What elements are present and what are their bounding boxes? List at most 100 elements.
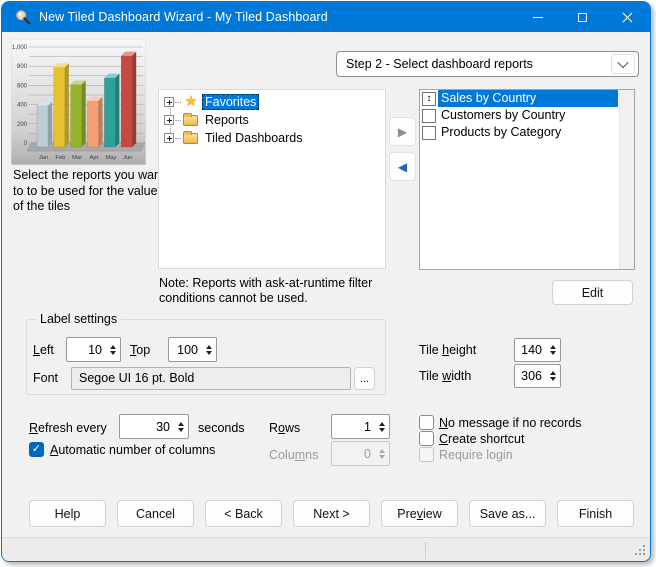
refresh-spinner[interactable]: 30 [119, 414, 189, 439]
edit-button[interactable]: Edit [552, 280, 633, 305]
rows-label: Rows [269, 421, 300, 435]
tile-height-value[interactable]: 140 [515, 343, 545, 357]
columns-value: 0 [332, 447, 374, 461]
svg-text:200: 200 [17, 122, 28, 128]
expand-plus-icon[interactable] [164, 133, 174, 143]
create-shortcut-checkbox[interactable] [419, 431, 434, 446]
rows-value[interactable]: 1 [332, 420, 374, 434]
require-login-label: Require login [439, 448, 513, 462]
folder-icon [182, 113, 200, 127]
tree-item-reports[interactable]: Reports [159, 111, 385, 129]
left-value[interactable]: 10 [67, 343, 105, 357]
tree-item-tiled-dashboards[interactable]: Tiled Dashboards [159, 129, 385, 147]
window-title: New Tiled Dashboard Wizard - My Tiled Da… [39, 10, 328, 24]
font-field: Segoe UI 16 pt. Bold [71, 367, 351, 390]
create-shortcut-label[interactable]: Create shortcut [439, 432, 524, 446]
magnifier-icon [15, 9, 31, 25]
wizard-step-select[interactable]: Step 2 - Select dashboard reports [336, 51, 639, 77]
no-message-label[interactable]: No message if no records [439, 416, 581, 430]
list-item-label[interactable]: Products by Category [438, 124, 618, 141]
top-value[interactable]: 100 [169, 343, 201, 357]
dialog-window: New Tiled Dashboard Wizard - My Tiled Da… [1, 1, 651, 562]
expand-plus-icon[interactable] [164, 115, 174, 125]
spin-up-icon[interactable] [178, 422, 184, 426]
tile-width-spinner[interactable]: 306 [514, 364, 561, 388]
svg-text:1,000: 1,000 [12, 45, 28, 51]
combo-dropdown-button[interactable] [611, 54, 635, 74]
list-scrollbar[interactable] [619, 90, 634, 269]
tile-height-spinner[interactable]: 140 [514, 338, 561, 362]
maximize-button[interactable] [560, 2, 605, 32]
reorder-handle-icon[interactable]: ↕ [422, 92, 436, 106]
wizard-step-value: Step 2 - Select dashboard reports [337, 57, 611, 71]
close-button[interactable] [605, 2, 650, 32]
folder-icon [182, 131, 200, 145]
help-button[interactable]: Help [29, 500, 106, 527]
tree-item-label[interactable]: Tiled Dashboards [202, 130, 306, 146]
spin-up-icon[interactable] [550, 345, 556, 349]
svg-text:Apr: Apr [89, 155, 98, 161]
spin-down-icon[interactable] [110, 351, 116, 355]
auto-columns-checkbox[interactable]: ✓ [29, 442, 44, 457]
spin-down-icon[interactable] [550, 351, 556, 355]
top-label: Top [130, 343, 150, 357]
spin-down-icon[interactable] [206, 351, 212, 355]
selected-reports-list[interactable]: ↕ Sales by Country Customers by Country … [419, 89, 635, 270]
spin-up-icon[interactable] [379, 422, 385, 426]
add-report-button[interactable]: ▶ [389, 117, 416, 146]
spin-up-icon[interactable] [206, 345, 212, 349]
spin-up-icon[interactable] [550, 371, 556, 375]
resize-grip[interactable] [634, 545, 645, 556]
expand-plus-icon[interactable] [164, 97, 174, 107]
no-message-checkbox[interactable] [419, 415, 434, 430]
spin-down-icon [379, 455, 385, 459]
left-spinner[interactable]: 10 [66, 337, 121, 362]
left-arrow-icon: ◀ [398, 160, 407, 174]
right-arrow-icon: ▶ [398, 125, 407, 139]
auto-columns-label[interactable]: Automatic number of columns [50, 443, 215, 457]
list-item-label[interactable]: Customers by Country [438, 107, 618, 124]
preview-button[interactable]: Preview [381, 500, 458, 527]
minimize-icon [533, 17, 543, 18]
reorder-handle-icon[interactable] [422, 126, 436, 140]
remove-report-button[interactable]: ◀ [389, 152, 416, 181]
svg-text:Jan: Jan [39, 155, 48, 161]
tree-item-favorites[interactable]: ★ Favorites [159, 93, 385, 111]
list-item[interactable]: ↕ Sales by Country [420, 90, 618, 107]
svg-text:May: May [105, 155, 116, 161]
spin-up-icon[interactable] [110, 345, 116, 349]
footer-button-bar: Help Cancel < Back Next > Preview Save a… [29, 500, 634, 527]
finish-button[interactable]: Finish [557, 500, 634, 527]
next-button[interactable]: Next > [293, 500, 370, 527]
font-label: Font [33, 371, 58, 385]
svg-text:400: 400 [17, 103, 28, 109]
spin-up-icon [379, 449, 385, 453]
list-item[interactable]: Products by Category [420, 124, 618, 141]
tile-width-value[interactable]: 306 [515, 369, 545, 383]
tree-item-label[interactable]: Reports [202, 112, 252, 128]
left-label: Left [33, 343, 54, 357]
cancel-button[interactable]: Cancel [117, 500, 194, 527]
spin-down-icon[interactable] [550, 377, 556, 381]
seconds-label: seconds [198, 421, 245, 435]
chart-preview-image: 02004006008001,000JanFebMarAprMayJun [11, 39, 146, 165]
titlebar[interactable]: New Tiled Dashboard Wizard - My Tiled Da… [2, 2, 650, 32]
spin-down-icon[interactable] [379, 428, 385, 432]
list-item[interactable]: Customers by Country [420, 107, 618, 124]
refresh-value[interactable]: 30 [120, 420, 173, 434]
status-separator [425, 542, 426, 559]
font-browse-button[interactable]: ... [354, 367, 375, 390]
top-spinner[interactable]: 100 [168, 337, 217, 362]
reorder-handle-icon[interactable] [422, 109, 436, 123]
refresh-label: Refresh every [29, 421, 107, 435]
tree-item-label[interactable]: Favorites [202, 94, 259, 110]
list-item-label[interactable]: Sales by Country [438, 90, 618, 107]
rows-spinner[interactable]: 1 [331, 414, 390, 439]
reports-tree[interactable]: ★ Favorites Reports Tiled Dashboards [158, 89, 386, 269]
spin-down-icon[interactable] [178, 428, 184, 432]
back-button[interactable]: < Back [205, 500, 282, 527]
columns-label: Columns [269, 448, 318, 462]
minimize-button[interactable] [515, 2, 560, 32]
save-as-button[interactable]: Save as... [469, 500, 546, 527]
group-title: Label settings [36, 312, 121, 326]
